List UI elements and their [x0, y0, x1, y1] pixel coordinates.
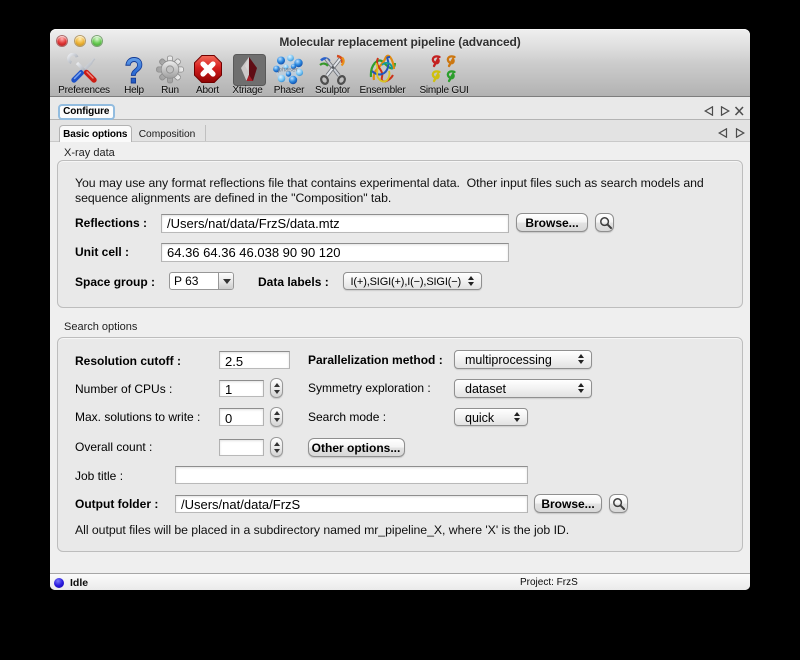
svg-text:phaser: phaser — [277, 67, 299, 74]
svg-text:?: ? — [124, 53, 143, 86]
